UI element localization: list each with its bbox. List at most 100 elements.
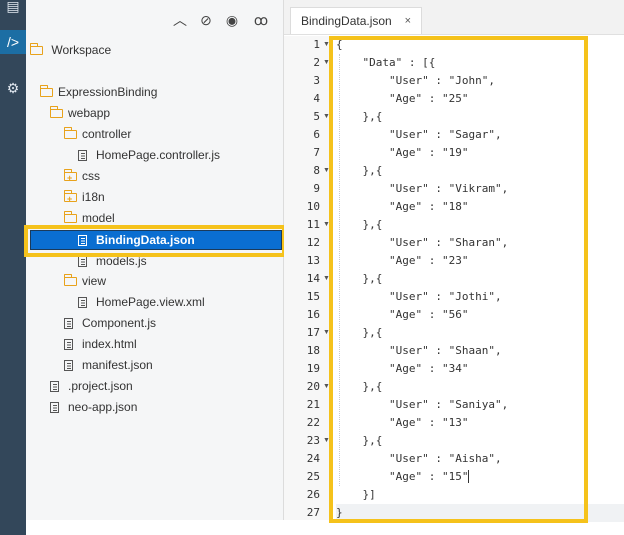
line-number: 24 <box>306 452 320 465</box>
workspace-tree-panel: ︿ ⊘ ◉ ꝏ Workspace ExpressionBinding webap… <box>26 0 284 520</box>
line-number: 5 <box>313 110 320 123</box>
tab-bindingdata-json[interactable]: BindingData.json × <box>290 7 422 34</box>
code-line: }] <box>336 488 376 501</box>
close-icon[interactable]: × <box>405 8 411 35</box>
code-line: "User" : "Shaan", <box>336 344 502 357</box>
folder-plus-icon <box>63 188 82 209</box>
file-icon <box>78 293 96 313</box>
fold-arrow-icon[interactable]: ▼ <box>323 432 331 450</box>
collapse-icon[interactable]: ︿ <box>170 8 190 32</box>
tree-item[interactable]: i18n <box>63 187 105 209</box>
tree-item[interactable]: model <box>63 208 115 229</box>
file-icon <box>64 356 82 376</box>
line-number: 21 <box>306 398 320 411</box>
tree-item-label: HomePage.view.xml <box>96 295 205 309</box>
line-number: 12 <box>306 236 320 249</box>
code-line: "User" : "Jothi", <box>336 290 502 303</box>
file-icon <box>50 377 68 397</box>
eye-icon[interactable]: ◉ <box>222 8 242 32</box>
tree-item-label: index.html <box>82 337 137 351</box>
tree-item[interactable]: view <box>63 271 107 291</box>
folder-open-icon <box>63 209 82 229</box>
line-number: 8 <box>313 164 320 177</box>
indent-guide <box>339 54 340 486</box>
code-line: } <box>336 506 343 519</box>
fold-arrow-icon[interactable]: ▼ <box>323 162 331 180</box>
code-line: },{ <box>336 218 383 231</box>
tab-label: BindingData.json <box>301 14 392 28</box>
fold-arrow-icon[interactable]: ▼ <box>323 324 331 342</box>
code-line: },{ <box>336 164 383 177</box>
tree-item[interactable]: index.html <box>64 334 137 354</box>
text-caret <box>468 469 470 483</box>
tree-item[interactable]: neo-app.json <box>50 397 137 417</box>
tree-item-label: manifest.json <box>82 358 153 372</box>
code-line: "Data" : [{ <box>336 56 436 69</box>
code-line: "Age" : "56" <box>336 308 469 321</box>
fold-arrow-icon[interactable]: ▼ <box>323 36 331 54</box>
code-line: },{ <box>336 380 383 393</box>
tree-toolbar: ︿ ⊘ ◉ ꝏ <box>26 8 283 32</box>
fold-arrow-icon[interactable]: ▼ <box>323 378 331 396</box>
tree-item[interactable]: HomePage.controller.js <box>78 145 220 165</box>
line-number: 4 <box>313 92 320 105</box>
line-number: 20 <box>306 380 320 393</box>
file-icon <box>78 146 96 166</box>
tree-item[interactable]: webapp <box>49 103 111 124</box>
line-number: 22 <box>306 416 320 429</box>
files-icon[interactable]: ▤ <box>0 0 26 18</box>
gear-icon[interactable]: ⚙ <box>0 76 26 100</box>
file-icon <box>50 398 68 418</box>
tree-item-label: webapp <box>68 106 111 120</box>
folder-open-icon <box>63 125 82 145</box>
tree-item-label: Component.js <box>82 316 157 330</box>
folder-open-icon <box>49 104 68 124</box>
file-icon <box>64 314 82 334</box>
code-area[interactable]: { "Data" : [{ "User" : "John", "Age" : "… <box>336 36 624 522</box>
tree-item-label: css <box>82 169 100 183</box>
tree-item-label: view <box>82 274 107 288</box>
code-editor-icon[interactable]: /> <box>0 30 26 54</box>
tree-root-label: Workspace <box>51 43 112 57</box>
file-icon <box>64 335 82 355</box>
code-line: "User" : "John", <box>336 74 495 87</box>
fold-arrow-icon[interactable]: ▼ <box>323 216 331 234</box>
fold-arrow-icon[interactable]: ▼ <box>323 270 331 288</box>
tree-item[interactable]: Component.js <box>64 313 156 333</box>
binoculars-icon[interactable]: ꝏ <box>248 8 274 32</box>
tree-item-label: .project.json <box>68 379 133 393</box>
activity-rail: ▤ /> ⚙ <box>0 0 26 535</box>
line-number: 7 <box>313 146 320 159</box>
fold-arrow-icon[interactable]: ▼ <box>323 54 331 72</box>
code-line: "User" : "Saniya", <box>336 398 509 411</box>
code-line: },{ <box>336 326 383 339</box>
line-number: 15 <box>306 290 320 303</box>
tree-item[interactable]: .project.json <box>50 376 133 396</box>
code-line: "Age" : "13" <box>336 416 469 429</box>
line-number: 23 <box>306 434 320 447</box>
tree-root-workspace[interactable]: Workspace <box>29 40 112 60</box>
fold-arrow-icon[interactable]: ▼ <box>323 108 331 126</box>
tree-item-label: models.js <box>96 254 147 268</box>
tree-item-label: controller <box>82 127 132 141</box>
code-line: { <box>336 38 343 51</box>
line-number-gutter: 1 ▼ 2 ▼ 3 4 5 ▼ 6 7 8 ▼ 9 10 11 ▼ 12 13 14 ▼ 15 16 17 ▼ 18 19 20 ▼ 2… <box>284 36 330 520</box>
code-editor: BindingData.json × 1 ▼ 2 ▼ 3 4 5 ▼ 6 7 8 ▼ 9 10 11 ▼ 12 1… <box>284 0 624 522</box>
line-number: 6 <box>313 128 320 141</box>
tree-item[interactable]: controller <box>63 124 132 145</box>
tree-item-label: i18n <box>82 190 105 204</box>
tree-item[interactable]: manifest.json <box>64 355 153 375</box>
link-icon[interactable]: ⊘ <box>196 8 216 32</box>
line-number: 3 <box>313 74 320 87</box>
tree-item[interactable]: BindingData.json <box>78 230 195 250</box>
code-line: "Age" : "23" <box>336 254 469 267</box>
code-line: "User" : "Sharan", <box>336 236 509 249</box>
tree-item[interactable]: models.js <box>78 251 147 271</box>
line-number: 25 <box>306 470 320 483</box>
tree-item-label: neo-app.json <box>68 400 138 414</box>
line-number: 13 <box>306 254 320 267</box>
tree-item[interactable]: ExpressionBinding <box>39 82 157 102</box>
line-number: 19 <box>306 362 320 375</box>
tree-item[interactable]: HomePage.view.xml <box>78 292 205 312</box>
tree-item[interactable]: css <box>63 166 100 188</box>
